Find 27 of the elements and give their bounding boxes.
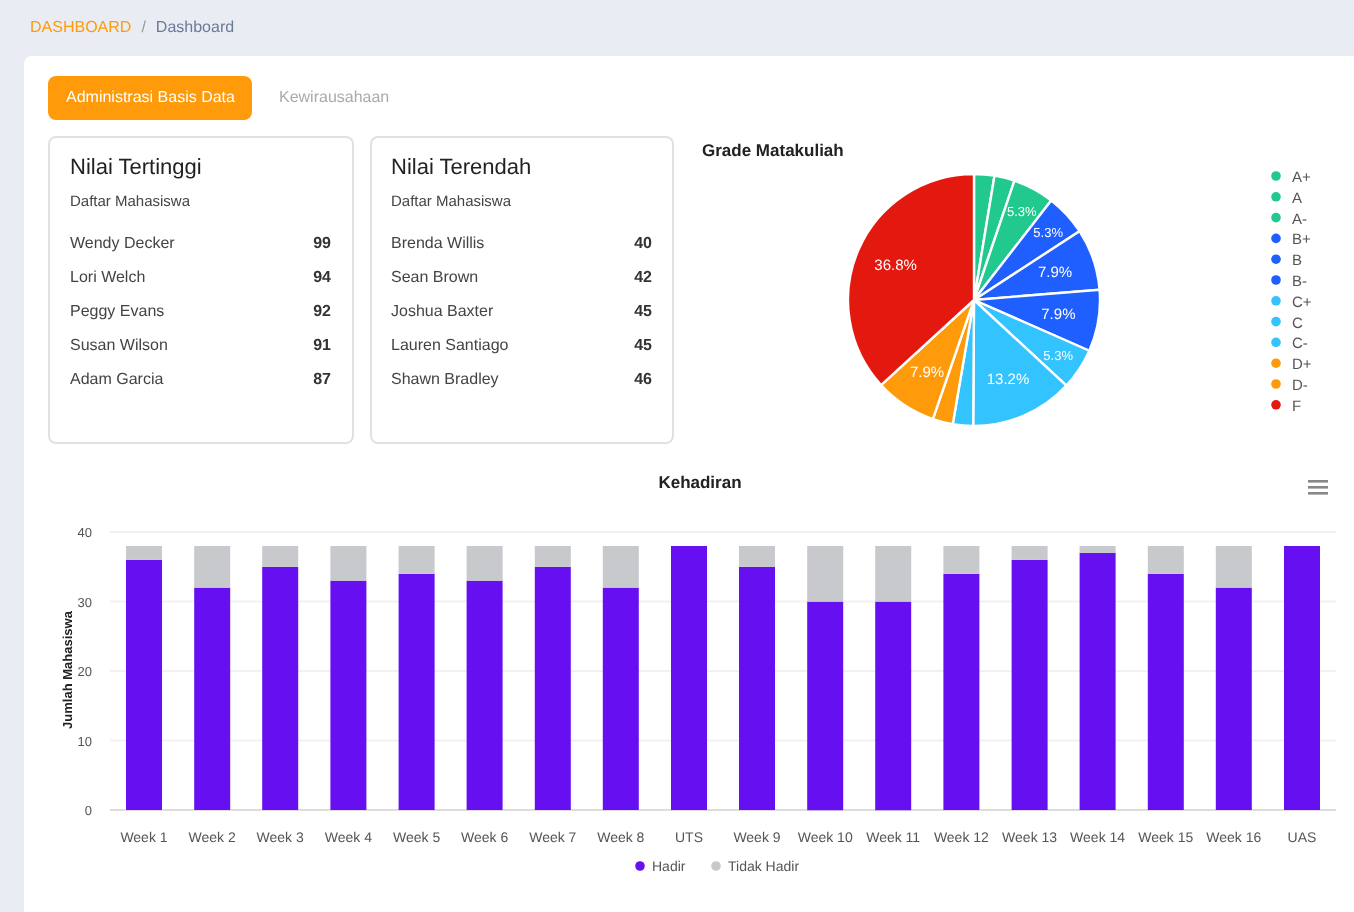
student-score: 42	[634, 266, 652, 291]
menu-icon[interactable]	[1308, 480, 1328, 495]
student-name: Shawn Bradley	[391, 367, 499, 392]
student-name: Sean Brown	[391, 266, 479, 291]
chart-title: Kehadiran	[658, 472, 742, 492]
chart-title: Grade Matakuliah	[702, 140, 844, 160]
student-name: Peggy Evans	[70, 300, 165, 325]
student-score: 45	[634, 333, 652, 358]
student-score: 46	[634, 367, 652, 392]
student-name: Adam Garcia	[70, 367, 164, 392]
student-name: Lori Welch	[70, 266, 146, 291]
student-name: Lauren Santiago	[391, 333, 509, 358]
student-score: 91	[313, 333, 331, 358]
student-name: Susan Wilson	[70, 333, 168, 358]
student-name: Joshua Baxter	[391, 300, 494, 325]
student-name: Wendy Decker	[70, 232, 175, 257]
student-score: 40	[634, 232, 652, 257]
student-score: 87	[313, 367, 331, 392]
student-score: 92	[313, 300, 331, 325]
student-score: 45	[634, 300, 652, 325]
card-title: Nilai Terendah	[391, 156, 534, 183]
card-title: Nilai Tertinggi	[70, 156, 204, 183]
student-score: 94	[313, 266, 331, 291]
breadcrumb-separator: /	[141, 16, 146, 40]
student-name: Brenda Willis	[391, 232, 485, 257]
student-score: 99	[313, 232, 331, 257]
breadcrumb-item: Dashboard	[155, 16, 235, 40]
